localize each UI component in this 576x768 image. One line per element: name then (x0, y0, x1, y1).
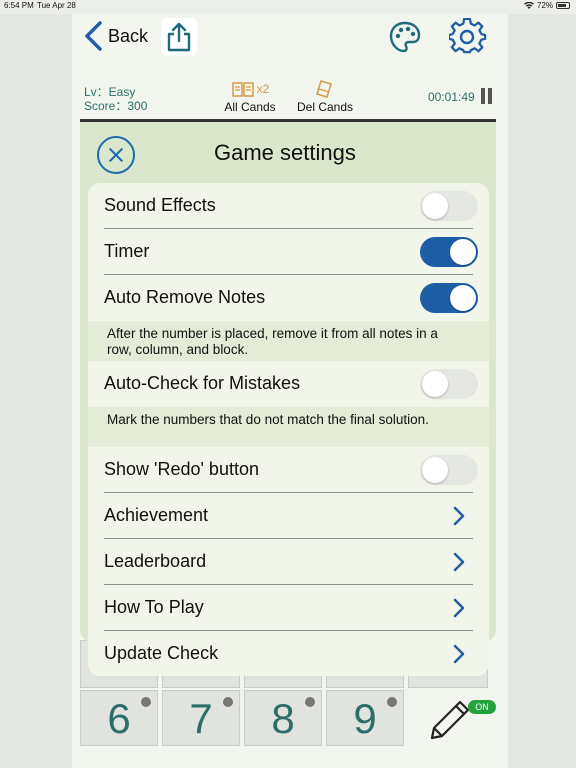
setting-label: Achievement (104, 505, 209, 525)
back-label: Back (108, 25, 149, 46)
pencil-on-badge: ON (468, 700, 496, 714)
keypad: 6 7 8 9 (80, 690, 410, 748)
keypad-key-9[interactable]: 9 (326, 690, 404, 746)
setting-row-timer[interactable]: Timer (88, 229, 489, 275)
keypad-key-8[interactable]: 8 (244, 690, 322, 746)
chevron-right-icon (453, 644, 465, 664)
status-bar: 6:54 PM Tue Apr 28 72% (0, 0, 576, 14)
setting-row-auto-remove-notes[interactable]: Auto Remove Notes (88, 275, 489, 321)
chevron-left-icon (85, 21, 102, 51)
setting-label: Show 'Redo' button (104, 459, 259, 479)
keypad-key-label: 7 (189, 695, 213, 742)
keypad-key-label: 9 (353, 695, 377, 742)
chevron-right-icon (453, 552, 465, 572)
wifi-icon (523, 1, 534, 9)
keypad-key-label: 8 (271, 695, 295, 742)
keypad-key-6[interactable]: 6 (80, 690, 158, 746)
timer-display: 00:01:49 (428, 90, 475, 104)
chevron-right-icon (453, 506, 465, 526)
setting-row-show-redo[interactable]: Show 'Redo' button (88, 447, 489, 493)
status-date: Tue Apr 28 (37, 1, 76, 10)
note-dot (305, 697, 315, 707)
palette-icon[interactable] (388, 20, 422, 54)
sound-effects-toggle[interactable] (420, 191, 478, 221)
auto-check-toggle[interactable] (420, 369, 478, 399)
dialog-title: Game settings (214, 140, 356, 165)
all-cands-label: All Cands (224, 100, 276, 114)
description-text: After the number is placed, remove it fr… (107, 326, 438, 357)
back-button[interactable]: Back (82, 20, 148, 52)
battery-percent: 72% (536, 1, 553, 10)
note-dot (387, 697, 397, 707)
level-score: Lv：Easy Score：300 (84, 85, 147, 113)
chevron-right-icon (453, 598, 465, 618)
setting-label: Update Check (104, 643, 219, 663)
pencil-icon[interactable] (424, 696, 474, 744)
score-label: Score：300 (84, 99, 148, 113)
description-text: Mark the numbers that do not match the f… (107, 412, 429, 427)
setting-label: Auto Remove Notes (104, 287, 266, 307)
setting-label: Sound Effects (104, 195, 216, 215)
setting-row-update-check[interactable]: Update Check (88, 631, 489, 676)
battery-icon (556, 2, 570, 9)
setting-row-achievement[interactable]: Achievement (88, 493, 489, 539)
show-redo-toggle[interactable] (420, 455, 478, 485)
keypad-key-label: 6 (107, 695, 131, 742)
del-cands-label: Del Cands (296, 100, 354, 114)
level-label: Lv：Easy (84, 85, 136, 99)
setting-row-sound-effects[interactable]: Sound Effects (88, 183, 489, 229)
auto-remove-notes-description: After the number is placed, remove it fr… (88, 321, 489, 361)
share-button[interactable] (161, 18, 197, 56)
left-margin (0, 14, 72, 768)
setting-label: Leaderboard (104, 551, 207, 571)
note-dot (141, 697, 151, 707)
close-icon[interactable] (97, 136, 135, 174)
keypad-key-7[interactable]: 7 (162, 690, 240, 746)
setting-row-auto-check[interactable]: Auto-Check for Mistakes (88, 361, 489, 407)
timer-toggle[interactable] (420, 237, 478, 267)
right-margin (508, 14, 576, 768)
gear-icon[interactable] (449, 18, 487, 56)
auto-remove-notes-toggle[interactable] (420, 283, 478, 313)
setting-row-how-to-play[interactable]: How To Play (88, 585, 489, 631)
all-cands-multiplier: x2 (256, 82, 270, 96)
book-icon (231, 82, 254, 97)
note-dot (223, 697, 233, 707)
setting-label: How To Play (104, 597, 204, 617)
pause-icon[interactable] (481, 88, 493, 104)
share-icon (167, 22, 191, 52)
auto-check-description: Mark the numbers that do not match the f… (88, 407, 489, 447)
setting-label: Auto-Check for Mistakes (104, 373, 301, 393)
status-indicators: 72% (523, 1, 570, 10)
settings-list: Sound Effects Timer Auto Remove Notes Af… (88, 183, 489, 676)
all-cands-button[interactable]: x2 All Cands (222, 78, 278, 114)
setting-label: Timer (104, 241, 150, 261)
setting-row-leaderboard[interactable]: Leaderboard (88, 539, 489, 585)
eraser-icon (316, 80, 332, 98)
status-time: 6:54 PM (4, 1, 34, 10)
del-cands-button[interactable]: Del Cands (294, 78, 356, 114)
